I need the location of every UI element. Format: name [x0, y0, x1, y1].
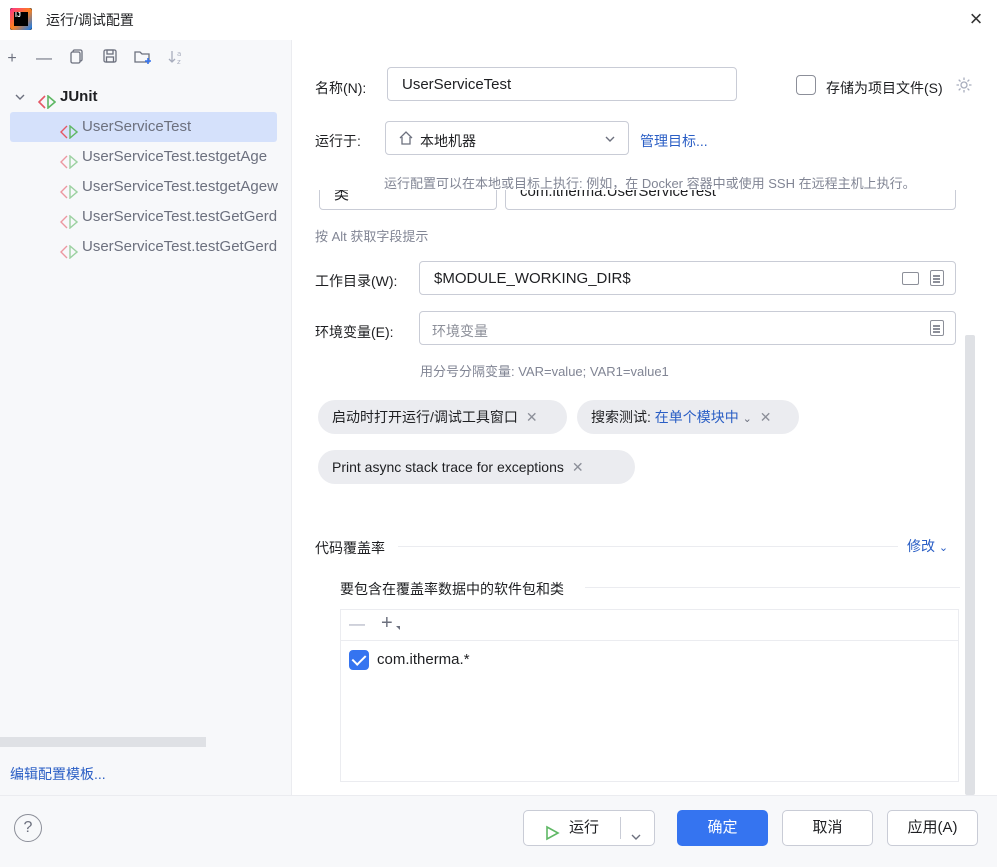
tree-item-testgetgerd-1[interactable]: UserServiceTest.testGetGerd — [10, 202, 277, 232]
coverage-include-label: 要包含在覆盖率数据中的软件包和类 — [340, 581, 564, 597]
junit-test-icon — [60, 150, 79, 170]
env-vars-hint: 用分号分隔变量: VAR=value; VAR1=value1 — [420, 364, 669, 379]
run-on-dropdown[interactable]: 本地机器 — [385, 121, 629, 155]
junit-test-icon — [60, 240, 79, 260]
run-on-label: 运行于: — [315, 133, 361, 149]
class-kind-value: 类 — [334, 190, 350, 203]
coverage-list-panel: — + com.itherma.* — [340, 609, 959, 782]
run-split-button[interactable]: 运行 — [523, 810, 655, 846]
alt-hint: 按 Alt 获取字段提示 — [315, 229, 429, 244]
tree-group-label: JUnit — [60, 88, 98, 105]
env-vars-placeholder: 环境变量 — [432, 323, 488, 339]
apply-button[interactable]: 应用(A) — [887, 810, 978, 846]
chip-open-tool-window[interactable]: 启动时打开运行/调试工具窗口 ✕ — [318, 400, 567, 434]
close-icon[interactable]: ✕ — [572, 459, 584, 475]
form-vertical-scrollbar[interactable] — [965, 335, 975, 795]
chevron-down-icon[interactable] — [14, 82, 26, 112]
env-vars-label: 环境变量(E): — [315, 324, 394, 340]
junit-test-icon — [60, 210, 79, 230]
manage-targets-link[interactable]: 管理目标... — [640, 131, 708, 151]
dropdown-indicator-icon — [396, 626, 400, 630]
ok-button[interactable]: 确定 — [677, 810, 768, 846]
class-name-input[interactable]: com.itherma.UserServiceTest — [505, 190, 956, 210]
add-config-icon[interactable]: + — [1, 48, 23, 70]
close-icon[interactable]: ✕ — [760, 409, 772, 425]
run-play-icon — [544, 820, 560, 854]
tree-item-userservicetest[interactable]: UserServiceTest — [10, 112, 277, 142]
junit-icon — [37, 90, 57, 110]
junit-test-icon — [60, 120, 79, 140]
folder-icon[interactable] — [902, 272, 919, 285]
chip-async-stack-trace[interactable]: Print async stack trace for exceptions ✕ — [318, 450, 635, 484]
search-tests-scope-value[interactable]: 在单个模块中 — [655, 409, 739, 425]
tree-item-label: UserServiceTest — [82, 118, 192, 135]
chip-search-tests[interactable]: 搜索测试: 在单个模块中 ⌄ ✕ — [577, 400, 799, 434]
chevron-down-icon: ⌄ — [938, 542, 949, 554]
tree-item-testgetage[interactable]: UserServiceTest.testgetAge — [10, 142, 277, 172]
tree-item-label: UserServiceTest.testGetGerd — [82, 208, 278, 225]
add-icon[interactable]: + — [381, 612, 393, 635]
run-on-value: 本地机器 — [420, 133, 476, 149]
working-dir-value: $MODULE_WORKING_DIR$ — [434, 270, 631, 287]
class-kind-dropdown[interactable]: 类 — [319, 190, 497, 210]
tree-horizontal-scrollbar[interactable] — [0, 737, 206, 747]
name-label: 名称(N): — [315, 80, 367, 96]
store-as-project-file-checkbox[interactable] — [796, 75, 816, 95]
svg-text:z: z — [177, 58, 181, 66]
intellij-app-icon: IJ — [10, 8, 32, 30]
sort-icon[interactable]: az — [165, 48, 187, 70]
coverage-section-label: 代码覆盖率 — [315, 540, 385, 556]
tree-item-label: UserServiceTest.testGetGerd — [82, 238, 278, 255]
expand-text-icon[interactable] — [930, 270, 944, 286]
svg-text:a: a — [177, 50, 181, 58]
env-vars-input[interactable]: 环境变量 — [419, 311, 956, 345]
store-as-project-file-label: 存储为项目文件(S) — [826, 80, 943, 96]
run-button-label: 运行 — [569, 819, 600, 836]
title-bar — [0, 0, 997, 40]
close-icon[interactable]: ✕ — [526, 409, 538, 425]
tree-item-testgetagew[interactable]: UserServiceTest.testgetAgew — [10, 172, 278, 202]
separator — [585, 587, 960, 588]
name-input-value: UserServiceTest — [402, 76, 512, 93]
help-button[interactable]: ? — [14, 814, 42, 842]
window-title: 运行/调试配置 — [46, 12, 134, 28]
tree-item-testgetgerd-2[interactable]: UserServiceTest.testGetGerd — [10, 232, 277, 262]
gear-icon[interactable] — [955, 76, 973, 94]
split-divider — [620, 817, 621, 839]
name-input[interactable]: UserServiceTest — [387, 67, 737, 101]
junit-test-icon — [60, 180, 79, 200]
coverage-item-label: com.itherma.* — [377, 651, 470, 668]
home-icon — [398, 130, 414, 149]
chevron-down-icon — [604, 132, 616, 148]
expand-text-icon[interactable] — [930, 320, 944, 336]
save-config-icon[interactable] — [99, 48, 121, 70]
tree-group-junit[interactable]: JUnit — [10, 82, 277, 112]
chevron-down-icon[interactable] — [630, 822, 642, 856]
class-row-clip: 类 com.itherma.UserServiceTest — [300, 190, 965, 212]
new-folder-icon[interactable] — [132, 48, 154, 70]
chip-open-tool-window-label: 启动时打开运行/调试工具窗口 — [332, 409, 518, 425]
class-name-value: com.itherma.UserServiceTest — [520, 190, 716, 200]
tree-item-label: UserServiceTest.testgetAge — [82, 148, 268, 165]
chevron-down-icon[interactable]: ⌄ — [743, 413, 752, 425]
tree-item-label: UserServiceTest.testgetAgew — [82, 178, 278, 195]
close-icon[interactable]: × — [965, 8, 987, 30]
coverage-list-toolbar: — + — [341, 610, 958, 641]
edit-templates-link[interactable]: 编辑配置模板... — [10, 764, 106, 784]
modify-link-label: 修改 — [907, 538, 935, 554]
separator — [398, 546, 898, 547]
working-dir-input[interactable]: $MODULE_WORKING_DIR$ — [419, 261, 956, 295]
cancel-button[interactable]: 取消 — [782, 810, 873, 846]
chip-async-stack-trace-label: Print async stack trace for exceptions — [332, 459, 564, 475]
modify-link[interactable]: 修改 ⌄ — [907, 536, 948, 556]
remove-icon[interactable]: — — [349, 616, 365, 634]
working-dir-label: 工作目录(W): — [315, 273, 398, 289]
remove-config-icon[interactable]: — — [33, 48, 55, 70]
coverage-item-checkbox[interactable] — [349, 650, 369, 670]
chip-search-tests-label: 搜索测试: — [591, 409, 651, 425]
copy-config-icon[interactable] — [66, 48, 88, 70]
